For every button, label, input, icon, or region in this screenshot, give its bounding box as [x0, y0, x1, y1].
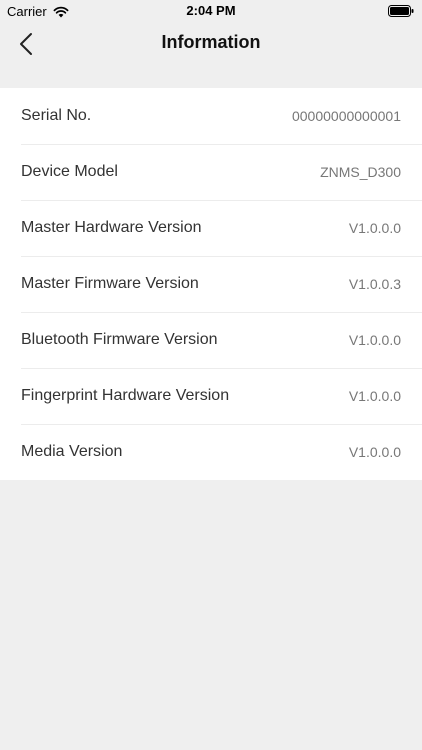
info-row-label: Device Model — [21, 163, 118, 180]
info-row-value: ZNMS_D300 — [320, 164, 401, 180]
info-row-fingerprint-hardware-version: Fingerprint Hardware Version V1.0.0.0 — [0, 368, 422, 424]
info-row-serial-no: Serial No. 00000000000001 — [0, 88, 422, 144]
page-title: Information — [161, 32, 261, 52]
info-row-label: Master Firmware Version — [21, 275, 199, 292]
battery-icon — [388, 5, 414, 17]
info-row-value: V1.0.0.0 — [348, 444, 401, 460]
screen: Carrier 2:04 PM Information Serial No. 0… — [0, 0, 422, 750]
info-row-label: Bluetooth Firmware Version — [21, 331, 218, 348]
info-row-value: V1.0.0.0 — [348, 388, 401, 404]
info-row-bluetooth-firmware-version: Bluetooth Firmware Version V1.0.0.0 — [0, 312, 422, 368]
info-row-value: 00000000000001 — [291, 108, 401, 124]
status-bar: Carrier 2:04 PM — [0, 0, 422, 22]
info-row-value: V1.0.0.0 — [348, 332, 401, 348]
info-row-master-firmware-version: Master Firmware Version V1.0.0.3 — [0, 256, 422, 312]
info-row-master-hardware-version: Master Hardware Version V1.0.0.0 — [0, 200, 422, 256]
info-row-label: Fingerprint Hardware Version — [21, 387, 230, 404]
status-time: 2:04 PM — [186, 3, 236, 18]
info-row-label: Master Hardware Version — [21, 219, 202, 236]
info-row-label: Serial No. — [21, 107, 92, 124]
info-row-value: V1.0.0.3 — [348, 276, 401, 292]
info-row-value: V1.0.0.0 — [348, 220, 401, 236]
info-list: Serial No. 00000000000001 Device Model Z… — [0, 88, 422, 480]
info-row-label: Media Version — [21, 443, 123, 460]
info-row-media-version: Media Version V1.0.0.0 — [0, 424, 422, 480]
nav-bar: Information — [0, 22, 422, 66]
info-row-device-model: Device Model ZNMS_D300 — [0, 144, 422, 200]
